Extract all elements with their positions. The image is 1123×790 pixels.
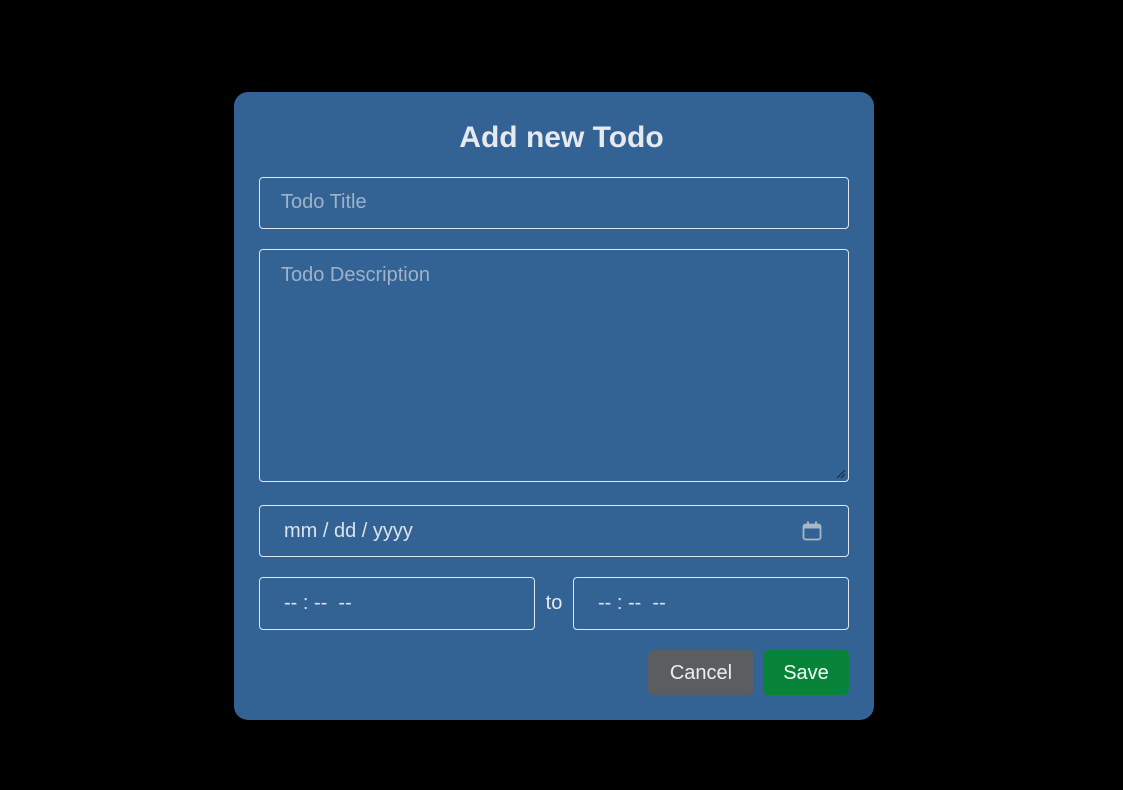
end-time-placeholder: -- : -- -- — [598, 592, 666, 614]
todo-title-input[interactable]: Todo Title — [259, 177, 849, 229]
time-range-separator: to — [545, 592, 563, 614]
end-time-input[interactable]: -- : -- -- — [573, 577, 849, 630]
date-placeholder: mm / dd / yyyy — [284, 520, 413, 542]
todo-title-placeholder: Todo Title — [281, 191, 367, 213]
cancel-button[interactable]: Cancel — [648, 650, 754, 695]
resize-handle-icon[interactable] — [834, 467, 846, 479]
todo-description-placeholder: Todo Description — [281, 264, 430, 286]
modal-title: Add new Todo — [459, 121, 664, 154]
start-time-input[interactable]: -- : -- -- — [259, 577, 535, 630]
calendar-icon[interactable] — [800, 519, 824, 543]
save-button[interactable]: Save — [763, 650, 849, 695]
todo-description-textarea[interactable]: Todo Description — [259, 249, 849, 482]
todo-date-input[interactable]: mm / dd / yyyy — [259, 505, 849, 557]
start-time-placeholder: -- : -- -- — [284, 592, 352, 614]
